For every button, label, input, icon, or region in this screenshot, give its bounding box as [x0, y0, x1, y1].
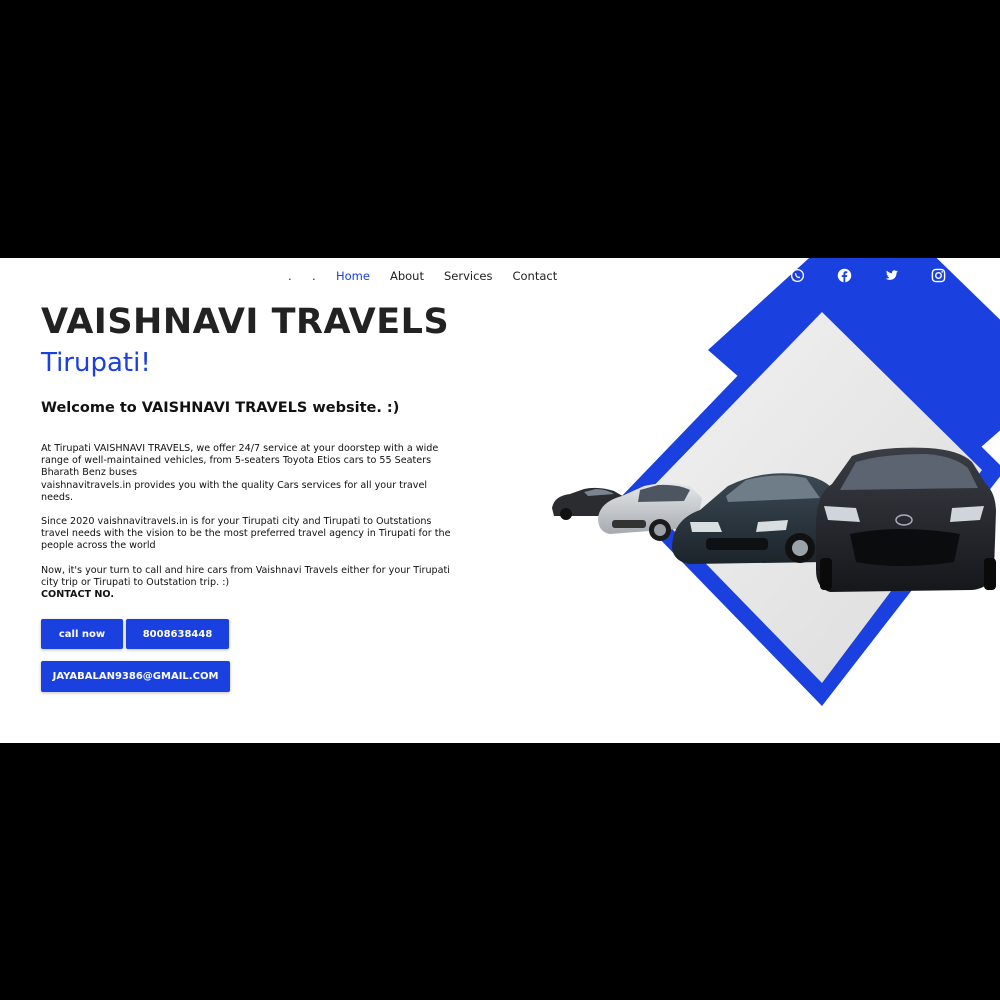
welcome-heading: Welcome to VAISHNAVI TRAVELS website. :) [41, 400, 400, 416]
intro-line-2: vaishnavitravels.in provides you with th… [41, 479, 428, 503]
nav-link-services[interactable]: Services [444, 269, 493, 283]
facebook-icon[interactable] [837, 268, 852, 283]
whatsapp-icon[interactable] [790, 268, 805, 283]
intro-paragraph-1: At Tirupati VAISHNAVI TRAVELS, we offer … [41, 443, 451, 504]
page-subtitle: Tirupati! [41, 348, 151, 378]
intro-line-3: Now, it's your turn to call and hire car… [41, 564, 450, 588]
intro-paragraph-3: Now, it's your turn to call and hire car… [41, 565, 451, 602]
twitter-icon[interactable] [884, 268, 899, 283]
call-now-button[interactable]: call now [41, 619, 123, 649]
top-nav: . . Home About Services Contact [288, 269, 577, 283]
page-title: VAISHNAVI TRAVELS [41, 302, 450, 342]
contact-label: CONTACT NO. [41, 589, 114, 601]
nav-link-about[interactable]: About [390, 269, 424, 283]
email-button[interactable]: JAYABALAN9386@GMAIL.COM [41, 661, 230, 692]
instagram-icon[interactable] [931, 268, 946, 283]
nav-dot: . [312, 269, 316, 283]
nav-link-home[interactable]: Home [336, 269, 370, 283]
phone-button[interactable]: 8008638448 [126, 619, 229, 649]
intro-line-1: At Tirupati VAISHNAVI TRAVELS, we offer … [41, 443, 439, 479]
nav-link-contact[interactable]: Contact [512, 269, 557, 283]
intro-paragraph-2: Since 2020 vaishnavitravels.in is for yo… [41, 516, 451, 552]
page: . . Home About Services Contact VAISHNAV… [0, 258, 1000, 743]
car-black [816, 447, 996, 592]
intro-text: At Tirupati VAISHNAVI TRAVELS, we offer … [41, 443, 451, 601]
social-links [790, 268, 946, 283]
nav-dot: . [288, 269, 292, 283]
hero-illustration [552, 258, 1000, 743]
